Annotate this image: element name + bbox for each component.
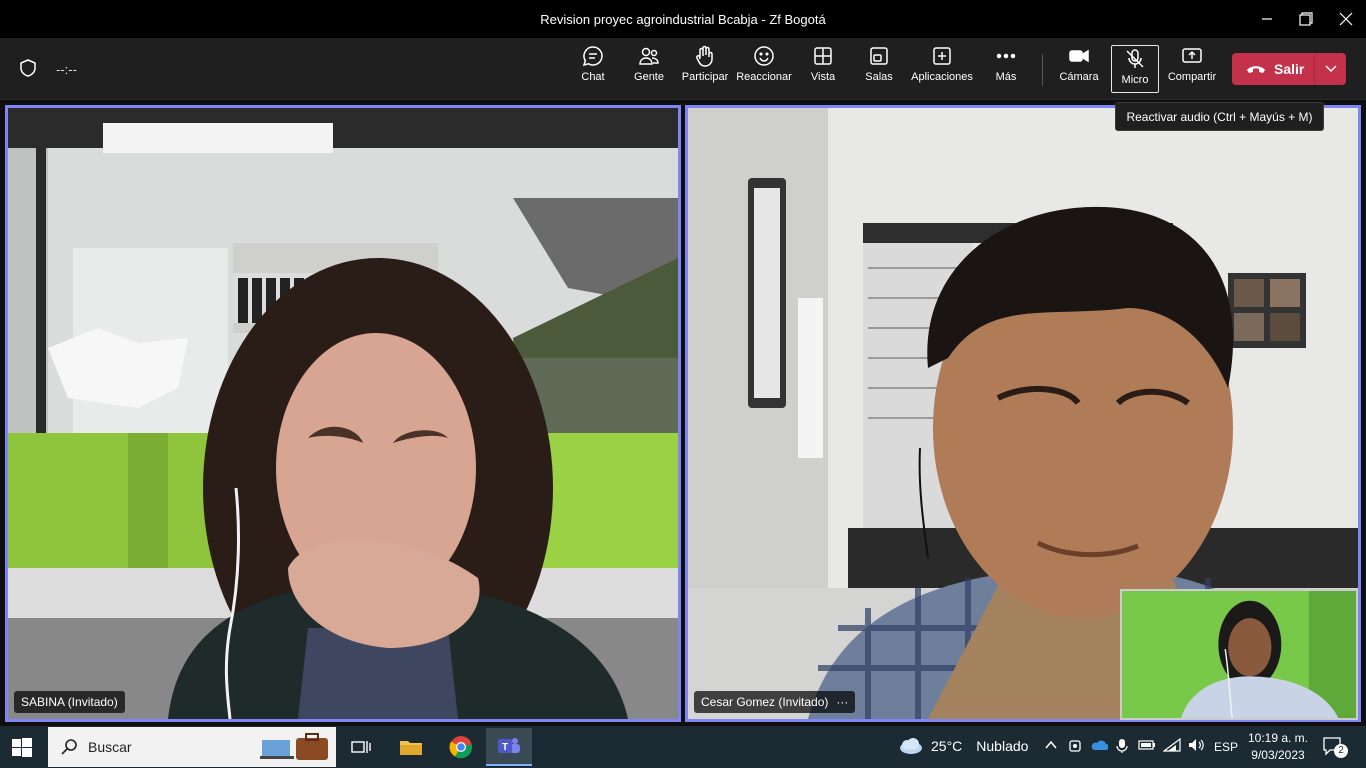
close-icon <box>1339 12 1353 26</box>
mic-off-icon <box>1126 49 1144 68</box>
participant-video-sabina[interactable]: SABINA (Invitado) <box>5 105 681 722</box>
people-button[interactable]: Gente <box>632 45 666 95</box>
shield-icon[interactable] <box>18 58 38 78</box>
people-icon <box>639 47 659 65</box>
share-label: Compartir <box>1167 71 1217 83</box>
meeting-title: Revision proyec agroindustrial Bcabja - … <box>540 11 826 27</box>
chrome-icon <box>449 736 473 759</box>
mic-tooltip: Reactivar audio (Ctrl + Mayús + M) <box>1115 102 1324 131</box>
hang-up-icon <box>1247 66 1265 73</box>
microphone-tray-icon[interactable] <box>1116 738 1128 754</box>
leave-options-button[interactable] <box>1315 53 1346 85</box>
hand-icon <box>696 45 713 67</box>
notification-center-button[interactable]: 2 <box>1322 736 1348 763</box>
camera-icon <box>1069 49 1089 63</box>
notification-count: 2 <box>1334 744 1348 758</box>
camera-button[interactable]: Cámara <box>1058 45 1100 95</box>
participant-name: Cesar Gomez (Invitado) <box>701 695 829 709</box>
maximize-button[interactable] <box>1286 0 1326 38</box>
window-titlebar: Revision proyec agroindustrial Bcabja - … <box>0 0 1366 38</box>
weather-widget[interactable]: 25°C Nublado <box>897 736 1028 756</box>
minimize-button[interactable] <box>1247 0 1287 38</box>
search-icon <box>61 739 77 755</box>
grid-view-icon <box>814 47 832 65</box>
svg-text:T: T <box>502 742 508 753</box>
clock-time: 10:19 a. m. <box>1247 731 1309 745</box>
volume-icon[interactable] <box>1188 738 1206 752</box>
chrome-button[interactable] <box>438 728 484 766</box>
restore-icon <box>1299 12 1313 26</box>
minimize-icon <box>1262 18 1272 20</box>
react-button[interactable]: Reaccionar <box>736 45 792 95</box>
taskbar-search[interactable]: Buscar <box>48 727 336 767</box>
participant-name: SABINA (Invitado) <box>21 695 118 709</box>
apps-label: Aplicaciones <box>911 71 973 83</box>
more-label: Más <box>995 71 1017 83</box>
chat-label: Chat <box>581 71 605 83</box>
video-stage: SABINA (Invitado) Cesar Gomez (Invitado)… <box>0 100 1366 726</box>
onedrive-icon[interactable] <box>1090 738 1108 752</box>
chevron-down-icon <box>1324 65 1337 73</box>
teams-icon: T <box>498 738 520 753</box>
share-button[interactable]: Compartir <box>1166 45 1218 95</box>
rooms-label: Salas <box>865 71 893 83</box>
toolbar-divider <box>1042 54 1043 86</box>
windows-taskbar: Buscar T 25°C Nublado ESP 10:19 a. m. 9/… <box>0 726 1366 768</box>
breakout-rooms-icon <box>870 47 888 65</box>
wifi-icon[interactable] <box>1163 738 1181 752</box>
camera-label: Cámara <box>1059 71 1099 83</box>
task-view-icon <box>351 741 371 753</box>
self-video-feed <box>1122 591 1356 718</box>
self-view-video[interactable] <box>1120 589 1358 720</box>
participant-nametag: SABINA (Invitado) <box>14 691 125 713</box>
battery-icon[interactable] <box>1138 738 1156 752</box>
raise-hand-label: Participar <box>681 71 729 83</box>
participant-nametag: Cesar Gomez (Invitado) ··· <box>694 691 856 713</box>
weather-desc: Nublado <box>976 738 1029 754</box>
video-feed-office <box>8 108 678 719</box>
raise-hand-button[interactable]: Participar <box>681 45 729 95</box>
leave-button[interactable]: Salir <box>1232 53 1314 85</box>
mic-label: Micro <box>1121 74 1149 86</box>
clock-date: 9/03/2023 <box>1251 748 1305 762</box>
weather-temp: 25°C <box>931 738 963 754</box>
view-button[interactable]: Vista <box>808 45 838 95</box>
rooms-button[interactable]: Salas <box>864 45 894 95</box>
more-button[interactable]: Más <box>992 45 1020 95</box>
people-label: Gente <box>634 71 664 83</box>
meeting-timer: --:-- <box>56 62 77 77</box>
search-placeholder: Buscar <box>88 739 132 755</box>
mic-button[interactable]: Micro <box>1111 45 1159 93</box>
more-dots-icon <box>996 53 1016 59</box>
share-screen-icon <box>1182 48 1202 63</box>
react-label: Reaccionar <box>736 71 792 83</box>
leave-button-group: Salir <box>1232 53 1346 85</box>
meeting-toolbar: --:-- Chat Gente Participar Reaccionar V… <box>0 38 1366 100</box>
windows-start-icon[interactable] <box>12 738 32 758</box>
language-indicator[interactable]: ESP <box>1214 740 1238 754</box>
close-button[interactable] <box>1326 0 1366 38</box>
chat-button[interactable]: Chat <box>578 45 608 95</box>
task-view-button[interactable] <box>338 728 384 766</box>
smile-icon <box>754 46 774 66</box>
leave-label: Salir <box>1274 61 1305 77</box>
chat-icon <box>582 46 603 67</box>
camera-tray-icon[interactable] <box>1068 738 1082 754</box>
teams-button[interactable]: T <box>486 728 532 766</box>
participant-more-icon[interactable]: ··· <box>836 695 848 709</box>
taskbar-clock[interactable]: 10:19 a. m. 9/03/2023 <box>1244 730 1312 764</box>
folder-icon <box>400 741 422 755</box>
add-app-icon <box>933 47 951 65</box>
file-explorer-button[interactable] <box>388 728 434 766</box>
cloud-icon <box>900 738 922 754</box>
apps-button[interactable]: Aplicaciones <box>910 45 974 95</box>
chevron-up-icon[interactable] <box>1044 738 1058 752</box>
search-highlight-illustration-icon <box>260 733 328 760</box>
view-label: Vista <box>810 71 836 83</box>
